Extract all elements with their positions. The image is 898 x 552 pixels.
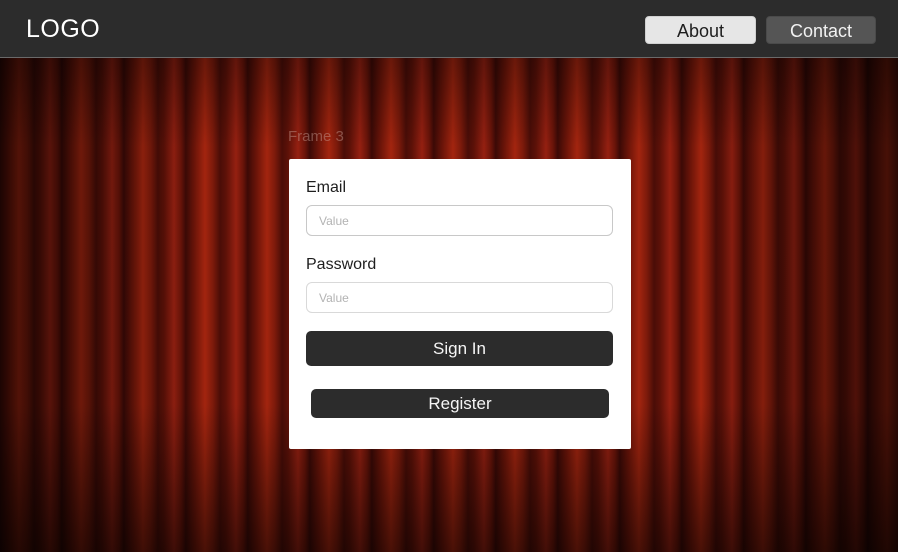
password-input[interactable] <box>306 282 613 313</box>
register-button[interactable]: Register <box>311 389 609 418</box>
email-label: Email <box>306 179 347 196</box>
login-card: Email Password Sign In Register <box>289 159 631 449</box>
logo: LOGO <box>26 15 101 43</box>
app-window: LOGO About Contact Frame 3 Email Passwor… <box>0 0 898 552</box>
top-navbar: LOGO About Contact <box>0 0 898 58</box>
about-button[interactable]: About <box>645 16 756 44</box>
sign-in-button[interactable]: Sign In <box>306 331 613 366</box>
contact-button[interactable]: Contact <box>766 16 876 44</box>
frame-label: Frame 3 <box>288 128 344 145</box>
password-label: Password <box>306 256 377 273</box>
email-input[interactable] <box>306 205 613 236</box>
